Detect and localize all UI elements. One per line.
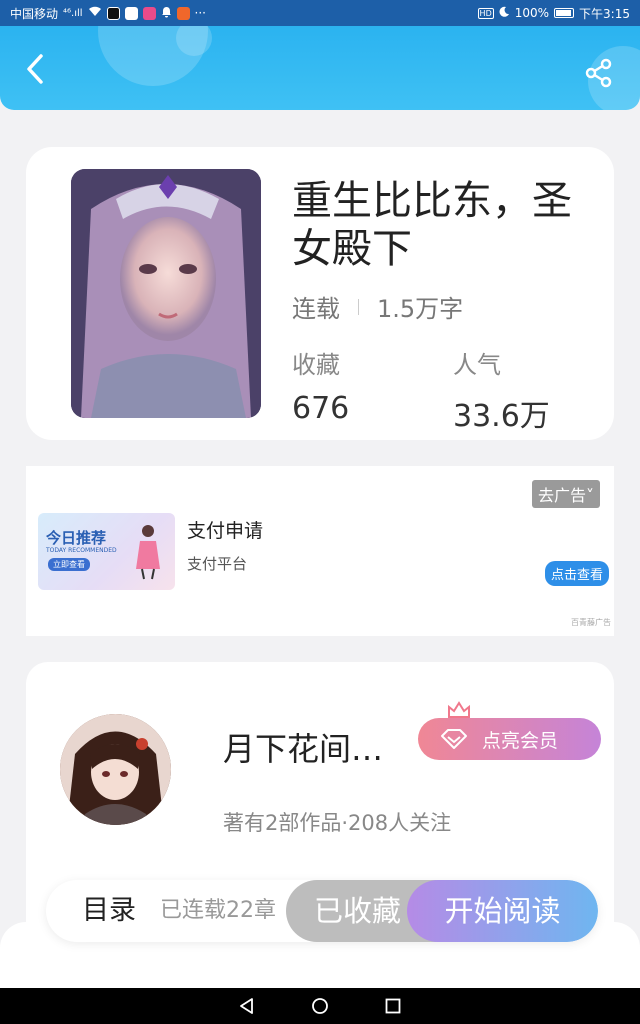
moon-icon (499, 6, 510, 20)
table-of-contents-button[interactable]: 目录 (82, 880, 136, 942)
carrier-label: 中国移动 (10, 6, 59, 21)
chapter-count[interactable]: 已连载22章 (160, 880, 276, 942)
ad-banner[interactable]: 去广告˅ 今日推荐 TODAY RECOMMENDED 立即查看 支付申请 支付… (26, 466, 614, 636)
ad-image-button: 立即查看 (48, 558, 90, 571)
app-notification-icon (176, 6, 190, 20)
ad-source-label: 百青藤广告 (571, 618, 611, 627)
more-notifications: ··· (194, 6, 206, 20)
ad-subtitle: 支付平台 (187, 555, 248, 573)
share-icon (585, 58, 612, 88)
share-button[interactable] (582, 56, 616, 90)
nav-recents-icon[interactable] (384, 997, 402, 1015)
diamond-icon (441, 729, 467, 749)
word-count: 1.5万字 (377, 295, 464, 323)
bottom-action-bar: 目录 已连载22章 已收藏 开始阅读 (46, 880, 598, 942)
ad-figure-illustration (136, 525, 160, 580)
app-notification-icon (124, 6, 138, 20)
clock: 下午3:15 (579, 6, 630, 21)
favorites-label: 收藏 (292, 351, 340, 379)
activate-vip-button[interactable]: 点亮会员 (418, 718, 601, 760)
app-notification-icon (106, 6, 120, 20)
author-avatar[interactable] (60, 714, 171, 825)
wifi-icon (88, 6, 102, 20)
popularity-label: 人气 (453, 351, 501, 379)
battery-percent: 100% (514, 6, 550, 20)
back-button[interactable] (20, 54, 50, 84)
hd-badge: HD (477, 7, 494, 19)
author-info: 著有2部作品·208人关注 (223, 811, 452, 835)
ad-view-button[interactable]: 点击查看 (545, 561, 610, 586)
book-title: 重生比比东，圣女殿下 (292, 178, 572, 272)
book-info-card: 重生比比东，圣女殿下 连载 1.5万字 收藏 676 人气 33.6万 (26, 147, 614, 440)
cover-illustration (71, 169, 261, 418)
signal-indicator: ⁴⁶.ıll (63, 7, 83, 19)
ad-image-subtitle: TODAY RECOMMENDED (46, 547, 117, 554)
bell-icon (161, 6, 172, 21)
nav-home-icon[interactable] (311, 997, 329, 1015)
book-meta: 连载 1.5万字 (292, 289, 463, 324)
chevron-left-icon (27, 54, 43, 84)
vip-button-label: 点亮会员 (482, 729, 559, 752)
system-nav-bar (0, 988, 640, 1024)
favorites-value: 676 (292, 391, 350, 426)
start-reading-button[interactable]: 开始阅读 (407, 880, 598, 942)
remove-ad-button[interactable]: 去广告˅ (532, 480, 601, 508)
decorative-bubble (176, 26, 212, 56)
header-bar (0, 26, 640, 110)
battery-icon (554, 8, 575, 18)
avatar-illustration (60, 714, 171, 825)
meta-divider (358, 298, 359, 315)
author-name[interactable]: 月下花间… (223, 724, 383, 770)
nav-back-icon[interactable] (238, 997, 256, 1015)
status-bar: 中国移动 ⁴⁶.ıll ··· HD 100% 下午3:15 (0, 0, 640, 26)
book-cover[interactable] (71, 169, 261, 418)
serial-status: 连载 (292, 295, 340, 323)
video-app-icon (142, 6, 156, 20)
ad-image-title: 今日推荐 (46, 529, 107, 547)
ad-image[interactable]: 今日推荐 TODAY RECOMMENDED 立即查看 (38, 513, 175, 590)
ad-title: 支付申请 (187, 520, 264, 542)
popularity-value: 33.6万 (453, 399, 550, 434)
crown-icon (448, 701, 470, 718)
